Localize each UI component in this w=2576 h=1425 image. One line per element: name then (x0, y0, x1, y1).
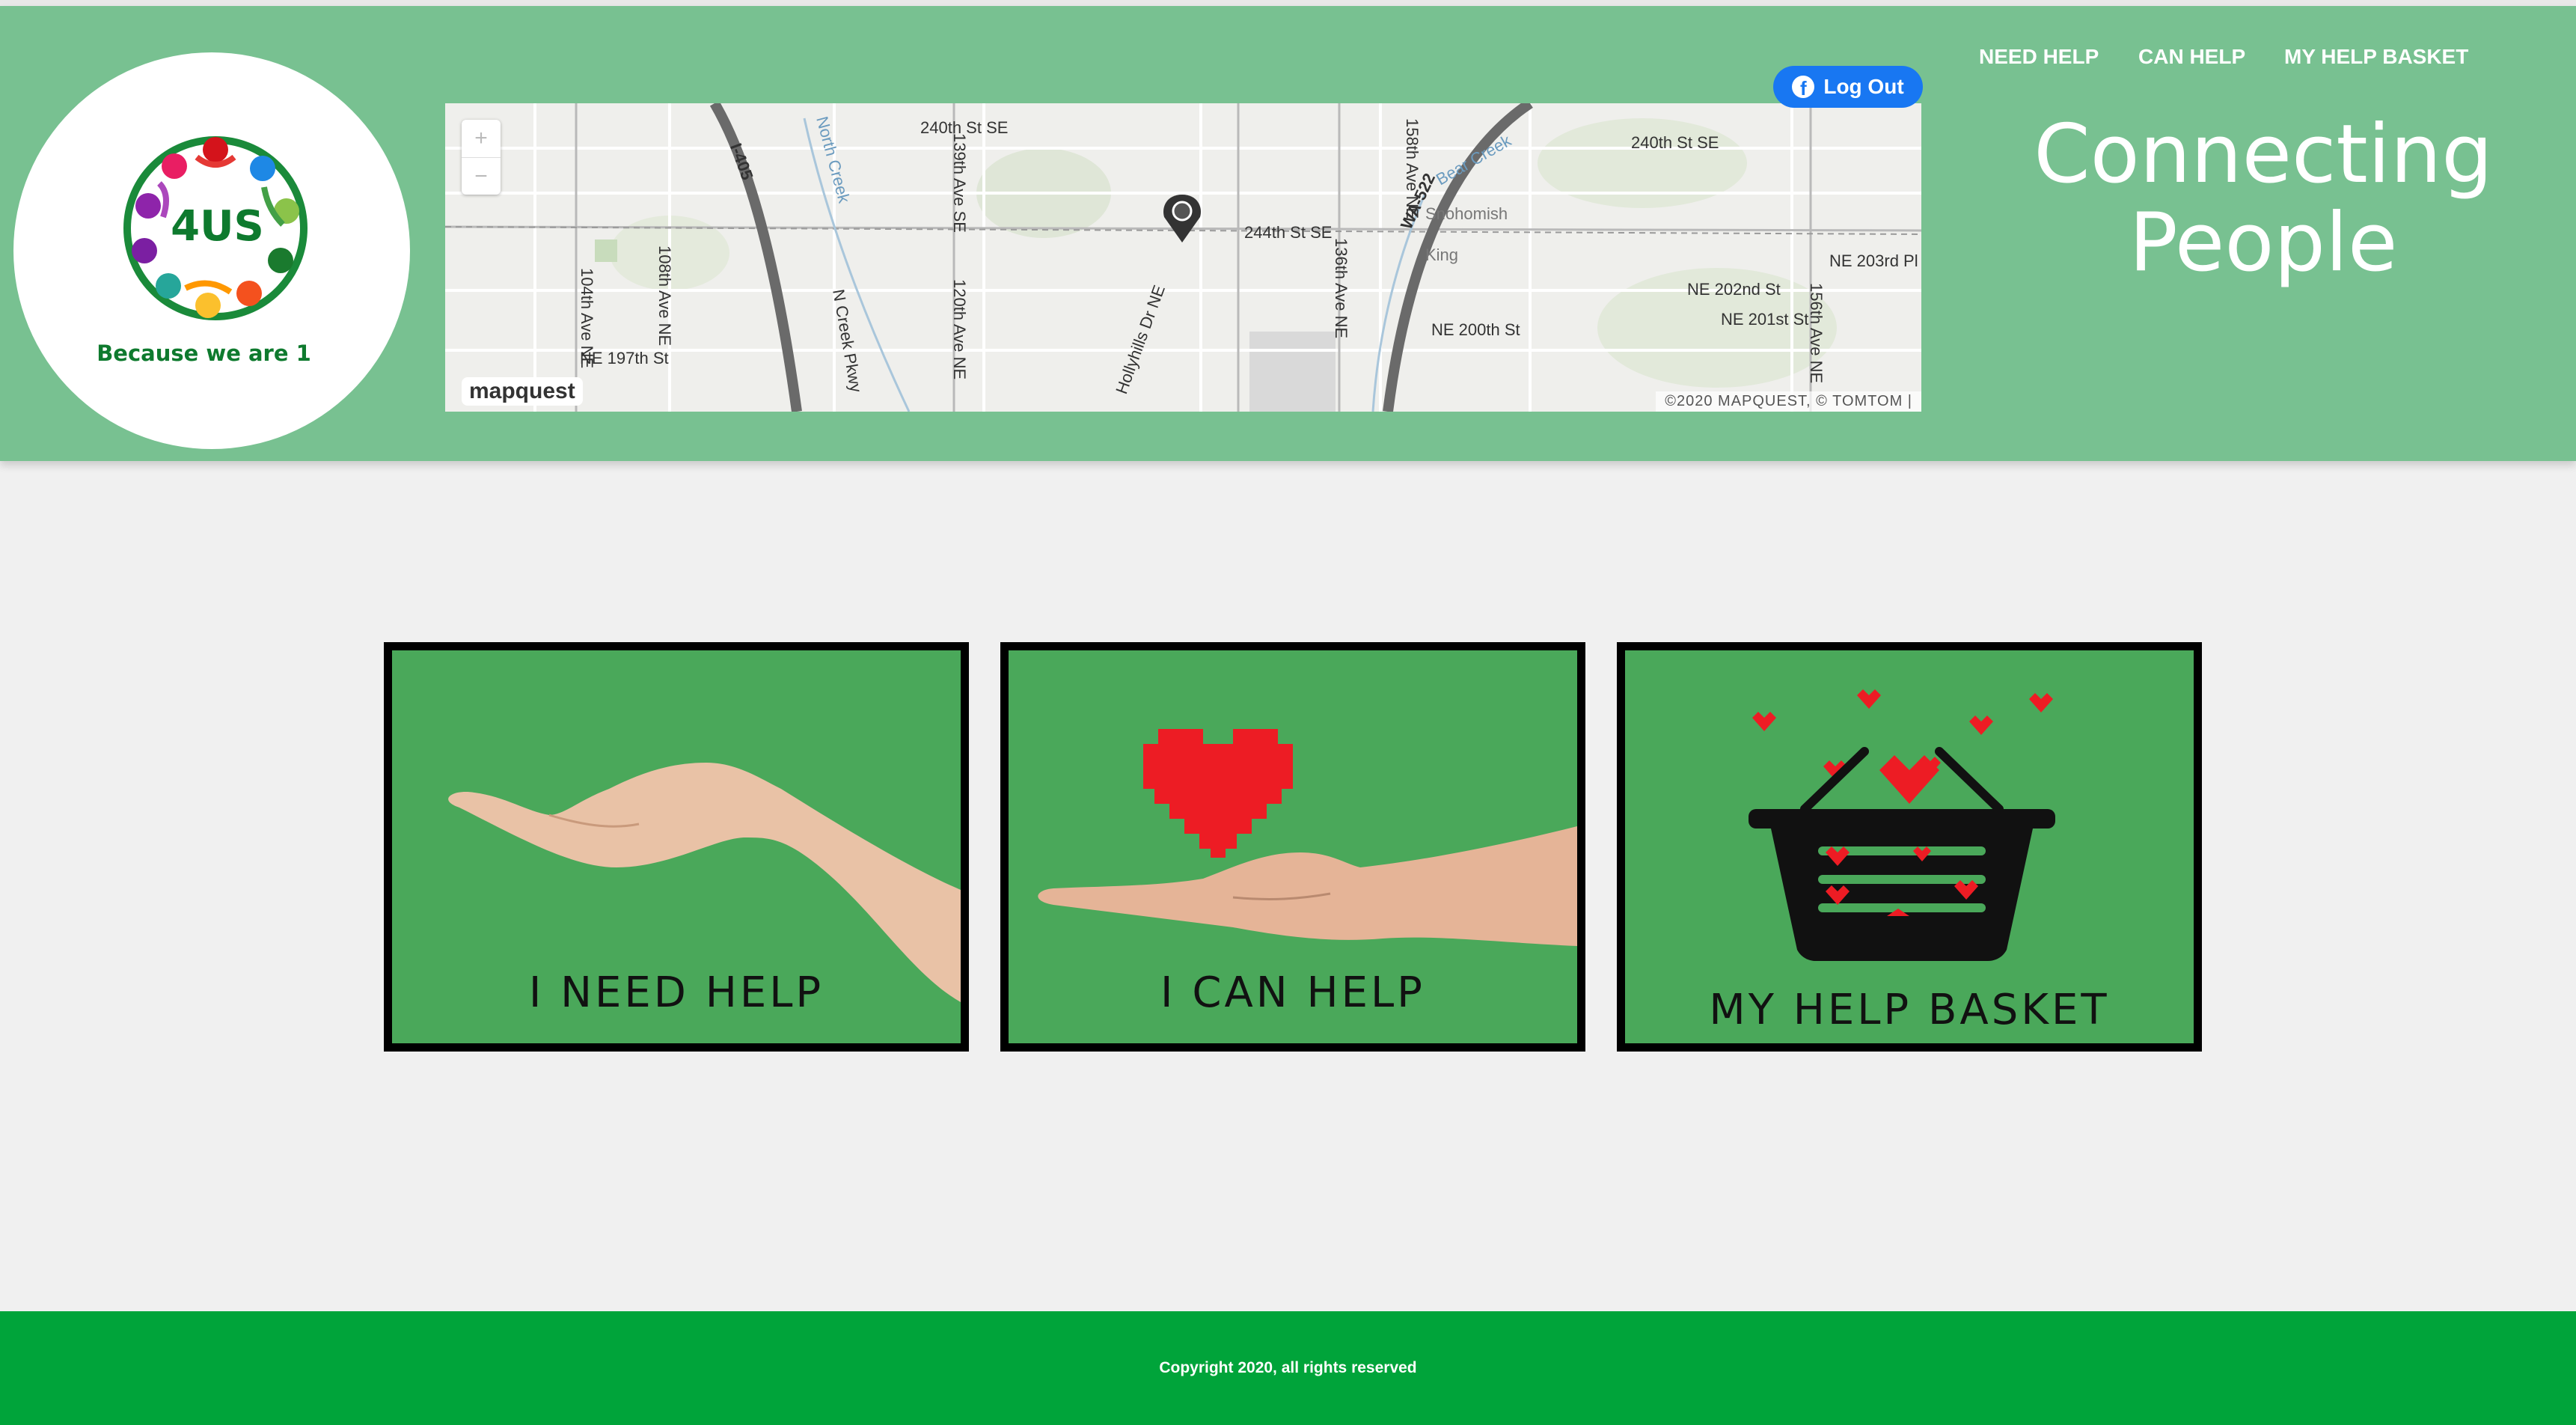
map-label-20: 139th Ave SE (950, 133, 969, 233)
zoom-out-button[interactable]: − (462, 158, 501, 195)
logout-label: Log Out (1823, 75, 1904, 98)
action-cards: I NEED HELP I CAN HELP MY HELP BASKET (0, 642, 2576, 1052)
logo-tagline: Because we are 1 (97, 341, 311, 366)
map-label-2: 240th St SE (1631, 133, 1719, 152)
card-need-help[interactable]: I NEED HELP (384, 642, 969, 1052)
map-zoom-control[interactable]: + − (462, 120, 501, 195)
map-label-12: King (1425, 245, 1458, 264)
map-label-19: 156th Ave NE (1807, 283, 1826, 383)
logo-text: 4US (171, 202, 264, 251)
map-label-6: NE 203rd Pl (1829, 251, 1918, 270)
nav-can-help[interactable]: CAN HELP (2138, 45, 2245, 69)
map-tiles: 240th St SE 240th St SE 244th St SE NE 2… (445, 103, 1921, 412)
zoom-in-button[interactable]: + (462, 120, 501, 158)
site-footer: Copyright 2020, all rights reserved (0, 1311, 2576, 1425)
nav-my-help-basket[interactable]: MY HELP BASKET (2284, 45, 2468, 69)
map-label-11: Snohomish (1425, 204, 1508, 223)
map-label-15: 104th Ave NE (578, 268, 596, 368)
card-label-can-help: I CAN HELP (1160, 968, 1425, 1017)
card-label-need-help: I NEED HELP (528, 968, 824, 1017)
mapquest-logo[interactable]: mapquest (462, 377, 583, 406)
copyright-text: Copyright 2020, all rights reserved (1159, 1359, 1417, 1376)
map-label-7: NE 202nd St (1687, 280, 1781, 299)
site-header: 4US Because we are 1 240th St SE 240th S… (0, 6, 2576, 461)
card-label-help-basket: MY HELP BASKET (1709, 986, 2110, 1034)
main-nav: NEED HELP CAN HELP MY HELP BASKET (0, 45, 2576, 75)
location-map[interactable]: 240th St SE 240th St SE 244th St SE NE 2… (445, 103, 1921, 412)
map-label-18: 136th Ave NE (1332, 238, 1350, 338)
basket-hearts-icon (1749, 689, 2055, 961)
map-label-9: NE 200th St (1431, 320, 1520, 339)
headline-line-2: People (2129, 196, 2398, 290)
nav-need-help[interactable]: NEED HELP (1979, 45, 2099, 69)
map-label-3: 244th St SE (1244, 223, 1332, 242)
map-label-17: 120th Ave NE (950, 279, 969, 379)
top-strip (0, 0, 2576, 6)
card-help-basket[interactable]: MY HELP BASKET (1617, 642, 2202, 1052)
headline-line-1: Connecting (2034, 108, 2493, 201)
map-label-16: 108th Ave NE (655, 245, 674, 346)
map-attribution: ©2020 MAPQUEST, © TOMTOM | (1656, 391, 1921, 412)
map-label-23: 158th Ave NE (1403, 118, 1422, 219)
logo-badge[interactable]: 4US (13, 52, 410, 449)
headline: Connecting People (2020, 111, 2506, 287)
card-can-help[interactable]: I CAN HELP (1000, 642, 1585, 1052)
facebook-icon: f (1792, 76, 1815, 98)
map-label-8: NE 201st St (1721, 310, 1808, 329)
